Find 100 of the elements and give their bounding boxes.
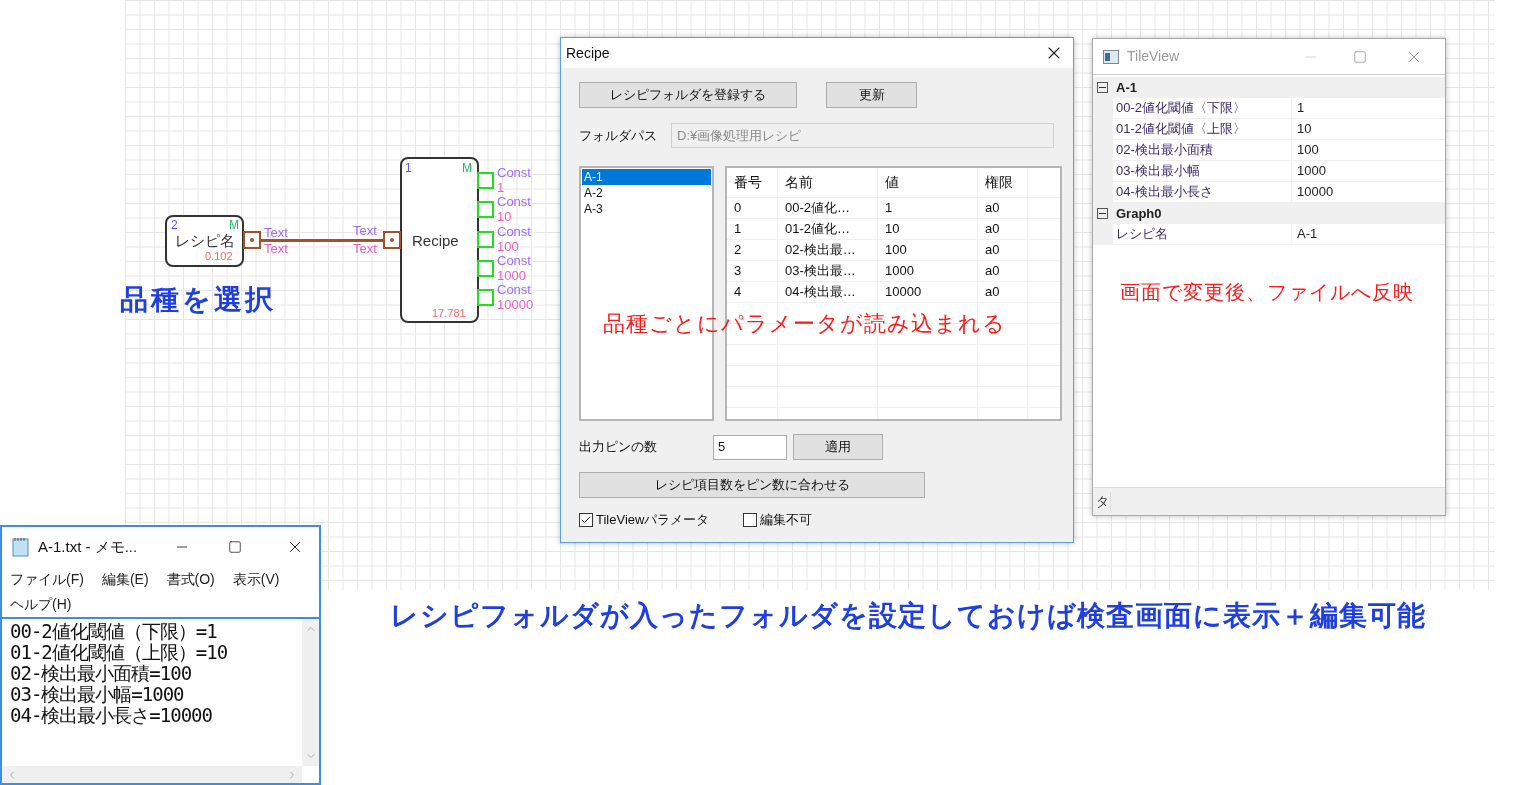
table-cell: a0 — [978, 261, 1028, 281]
node-label: レシピ名 — [175, 233, 235, 248]
menu-item[interactable]: 編集(E) — [101, 567, 149, 592]
property-name: 00-2値化閾値〈下限〉 — [1113, 98, 1291, 118]
list-item[interactable]: A-3 — [582, 201, 711, 217]
group-name: A-1 — [1116, 78, 1137, 97]
table-cell: 1000 — [878, 261, 978, 281]
menu-item[interactable]: ファイル(F) — [10, 567, 84, 592]
table-cell: 1 — [727, 219, 778, 239]
window-title: A-1.txt - メモ... — [38, 536, 139, 557]
table-cell: 03-検出最… — [778, 261, 878, 281]
property-value[interactable]: 100 — [1291, 140, 1445, 160]
port-type: Const — [497, 224, 531, 238]
column-header[interactable]: 名前 — [778, 168, 878, 197]
window-title: TileView — [1127, 47, 1181, 66]
window-icon — [1103, 49, 1119, 64]
port-value: 10000 — [497, 298, 534, 312]
property-name: 02-検出最小面積 — [1113, 140, 1291, 160]
pin-count-field[interactable]: 5 — [713, 434, 787, 460]
port-type: Const — [497, 253, 531, 267]
notepad-icon — [12, 537, 30, 557]
table-cell: a0 — [978, 198, 1028, 218]
node-time: 17.781 — [432, 308, 466, 319]
maximize-icon[interactable] — [228, 540, 242, 554]
text-line: 03-検出最小幅=1000 — [10, 684, 185, 705]
port-type: Text — [353, 224, 377, 237]
table-cell: 04-検出最… — [778, 282, 878, 302]
node-time: 0.102 — [205, 251, 233, 262]
port-value: 1 — [497, 181, 505, 194]
property-value[interactable]: 10000 — [1291, 182, 1445, 202]
text-line: 02-検出最小面積=100 — [10, 663, 193, 684]
port-value: 10 — [497, 210, 512, 224]
apply-button[interactable]: 適用 — [793, 434, 883, 460]
annotation-text: レシピフォルダが入ったフォルダを設定しておけば検査画面に表示＋編集可能 — [390, 602, 1426, 630]
input-port[interactable] — [383, 231, 401, 249]
checkbox-label: TileViewパラメータ — [596, 511, 710, 529]
table-cell: a0 — [978, 240, 1028, 260]
property-name: 04-検出最小長さ — [1113, 182, 1291, 202]
property-value[interactable]: 1000 — [1291, 161, 1445, 181]
column-header[interactable]: 番号 — [727, 168, 778, 197]
port-type: Text — [264, 226, 288, 239]
vertical-scrollbar[interactable] — [302, 619, 319, 766]
window-title: Recipe — [566, 43, 610, 63]
property-value[interactable]: 10 — [1291, 119, 1445, 139]
checkbox-label: 編集不可 — [760, 511, 813, 529]
table-cell: 100 — [878, 240, 978, 260]
property-name: 01-2値化閾値〈上限〉 — [1113, 119, 1291, 139]
port-value: Text — [353, 242, 377, 255]
property-value[interactable]: A-1 — [1291, 224, 1445, 244]
property-group-row[interactable]: Graph0 — [1093, 203, 1445, 224]
table-cell: 4 — [727, 282, 778, 302]
checkbox[interactable] — [743, 512, 758, 527]
text-line: 00-2値化閾値（下限）=1 — [10, 621, 218, 642]
menu-item[interactable]: ヘルプ(H) — [10, 592, 72, 617]
text-line: 01-2値化閾値（上限）=10 — [10, 642, 229, 663]
table-cell: 10 — [878, 219, 978, 239]
table-cell: 00-2値化… — [778, 198, 878, 218]
text-line: 04-検出最小長さ=10000 — [10, 705, 213, 726]
group-name: Graph0 — [1116, 204, 1162, 223]
table-cell: a0 — [978, 282, 1028, 302]
process-node[interactable] — [400, 157, 479, 323]
process-node[interactable] — [165, 215, 244, 267]
table-cell: 0 — [727, 198, 778, 218]
node-mode: M — [462, 162, 472, 174]
menu-item[interactable]: 表示(V) — [232, 567, 280, 592]
register-folder-button[interactable]: レシピフォルダを登録する — [579, 82, 797, 108]
collapse-icon[interactable] — [1097, 208, 1108, 219]
port-type: Const — [497, 195, 531, 209]
port-type: Const — [497, 166, 531, 179]
column-header[interactable]: 値 — [878, 168, 978, 197]
refresh-button[interactable]: 更新 — [826, 82, 917, 108]
node-mode: M — [229, 219, 239, 231]
property-group-row[interactable]: A-1 — [1093, 77, 1445, 98]
status-text: タ — [1093, 491, 1111, 512]
menu-item[interactable]: 書式(O) — [166, 567, 215, 592]
node-number: 1 — [405, 162, 412, 174]
folder-path-label: フォルダパス — [579, 126, 658, 145]
table-cell: 02-検出最… — [778, 240, 878, 260]
list-item[interactable]: A-1 — [582, 169, 711, 185]
property-name: レシピ名 — [1113, 224, 1291, 244]
annotation-text: 画面で変更後、ファイルへ反映 — [1120, 282, 1414, 302]
output-port[interactable] — [243, 231, 261, 249]
maximize-icon[interactable] — [1353, 49, 1367, 64]
list-item[interactable]: A-2 — [582, 185, 711, 201]
property-name: 03-検出最小幅 — [1113, 161, 1291, 181]
node-label: Recipe — [412, 233, 459, 248]
property-value[interactable]: 1 — [1291, 98, 1445, 118]
collapse-icon[interactable] — [1097, 82, 1108, 93]
table-cell: 3 — [727, 261, 778, 281]
port-value: Text — [264, 242, 288, 255]
text-area[interactable]: 00-2値化閾値（下限）=1 01-2値化閾値（上限）=10 02-検出最小面積=100 03-検出最小幅=1000 04-検出最小長さ=10000 — [2, 617, 319, 783]
table-cell: a0 — [978, 219, 1028, 239]
annotation-text: 品種を選択 — [120, 286, 276, 314]
checkbox[interactable] — [579, 512, 593, 527]
table-cell: 10000 — [878, 282, 978, 302]
port-value: 1000 — [497, 268, 526, 282]
horizontal-scrollbar[interactable] — [2, 766, 302, 783]
table-cell: 1 — [878, 198, 978, 218]
match-pins-button[interactable]: レシピ項目数をピン数に合わせる — [579, 472, 925, 498]
column-header[interactable]: 権限 — [978, 168, 1028, 197]
